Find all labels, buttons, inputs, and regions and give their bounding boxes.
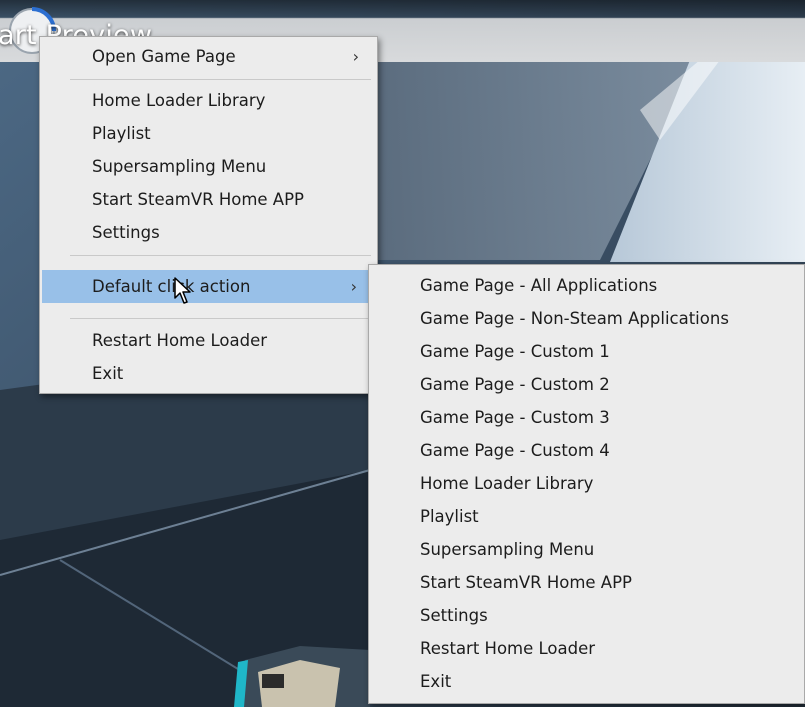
menu-item-supersampling-menu[interactable]: Supersampling Menu <box>40 150 377 183</box>
menu-separator <box>70 318 371 319</box>
submenu-item-label: Game Page - Custom 2 <box>420 375 610 394</box>
submenu-item-label: Settings <box>420 606 488 625</box>
submenu-item-game-page-custom-4[interactable]: Game Page - Custom 4 <box>369 434 804 467</box>
submenu-item-game-page-custom-2[interactable]: Game Page - Custom 2 <box>369 368 804 401</box>
menu-item-label: Supersampling Menu <box>92 157 267 176</box>
submenu-item-settings[interactable]: Settings <box>369 599 804 632</box>
menu-item-label: Default click action <box>92 277 251 296</box>
submenu-item-restart-home-loader[interactable]: Restart Home Loader <box>369 632 804 665</box>
menu-item-exit[interactable]: Exit <box>40 357 377 390</box>
menu-item-label: Home Loader Library <box>92 91 266 110</box>
submenu-item-game-page-all-applications[interactable]: Game Page - All Applications <box>369 269 804 302</box>
menu-item-label: Exit <box>92 364 124 383</box>
menu-separator <box>70 255 371 256</box>
chevron-right-icon: › <box>350 277 357 296</box>
menu-item-label: Playlist <box>92 124 151 143</box>
submenu-item-label: Home Loader Library <box>420 474 594 493</box>
submenu-item-label: Game Page - Custom 1 <box>420 342 610 361</box>
menu-item-settings[interactable]: Settings <box>40 216 377 249</box>
submenu-item-supersampling-menu[interactable]: Supersampling Menu <box>369 533 804 566</box>
submenu-item-label: Restart Home Loader <box>420 639 596 658</box>
submenu-item-playlist[interactable]: Playlist <box>369 500 804 533</box>
menu-item-label: Start SteamVR Home APP <box>92 190 304 209</box>
submenu-item-game-page-custom-1[interactable]: Game Page - Custom 1 <box>369 335 804 368</box>
menu-item-label: Open Game Page <box>92 47 236 66</box>
menu-separator <box>70 79 371 80</box>
submenu-item-label: Exit <box>420 672 452 691</box>
chevron-right-icon: › <box>352 47 359 66</box>
menu-item-default-click-action[interactable]: Default click action › <box>42 270 375 303</box>
submenu-item-label: Game Page - Non-Steam Applications <box>420 309 729 328</box>
submenu-item-label: Game Page - Custom 3 <box>420 408 610 427</box>
menu-item-open-game-page[interactable]: Open Game Page › <box>40 40 377 73</box>
menu-item-playlist[interactable]: Playlist <box>40 117 377 150</box>
menu-item-home-loader-library[interactable]: Home Loader Library <box>40 84 377 117</box>
menu-item-label: Settings <box>92 223 160 242</box>
default-click-action-submenu: Game Page - All Applications Game Page -… <box>368 264 805 704</box>
submenu-item-exit[interactable]: Exit <box>369 665 804 698</box>
submenu-item-game-page-non-steam-applications[interactable]: Game Page - Non-Steam Applications <box>369 302 804 335</box>
submenu-item-label: Playlist <box>420 507 479 526</box>
menu-item-restart-home-loader[interactable]: Restart Home Loader <box>40 324 377 357</box>
submenu-item-game-page-custom-3[interactable]: Game Page - Custom 3 <box>369 401 804 434</box>
screen: art Preview Open Game Page › Home Loader… <box>0 0 805 707</box>
submenu-item-label: Start SteamVR Home APP <box>420 573 632 592</box>
submenu-item-label: Game Page - Custom 4 <box>420 441 610 460</box>
submenu-item-start-steamvr-home-app[interactable]: Start SteamVR Home APP <box>369 566 804 599</box>
menu-item-start-steamvr-home-app[interactable]: Start SteamVR Home APP <box>40 183 377 216</box>
submenu-item-label: Supersampling Menu <box>420 540 595 559</box>
menu-item-label: Restart Home Loader <box>92 331 268 350</box>
submenu-item-home-loader-library[interactable]: Home Loader Library <box>369 467 804 500</box>
tray-context-menu: Open Game Page › Home Loader Library Pla… <box>39 36 378 394</box>
submenu-item-label: Game Page - All Applications <box>420 276 658 295</box>
mouse-pointer-icon <box>174 277 191 304</box>
